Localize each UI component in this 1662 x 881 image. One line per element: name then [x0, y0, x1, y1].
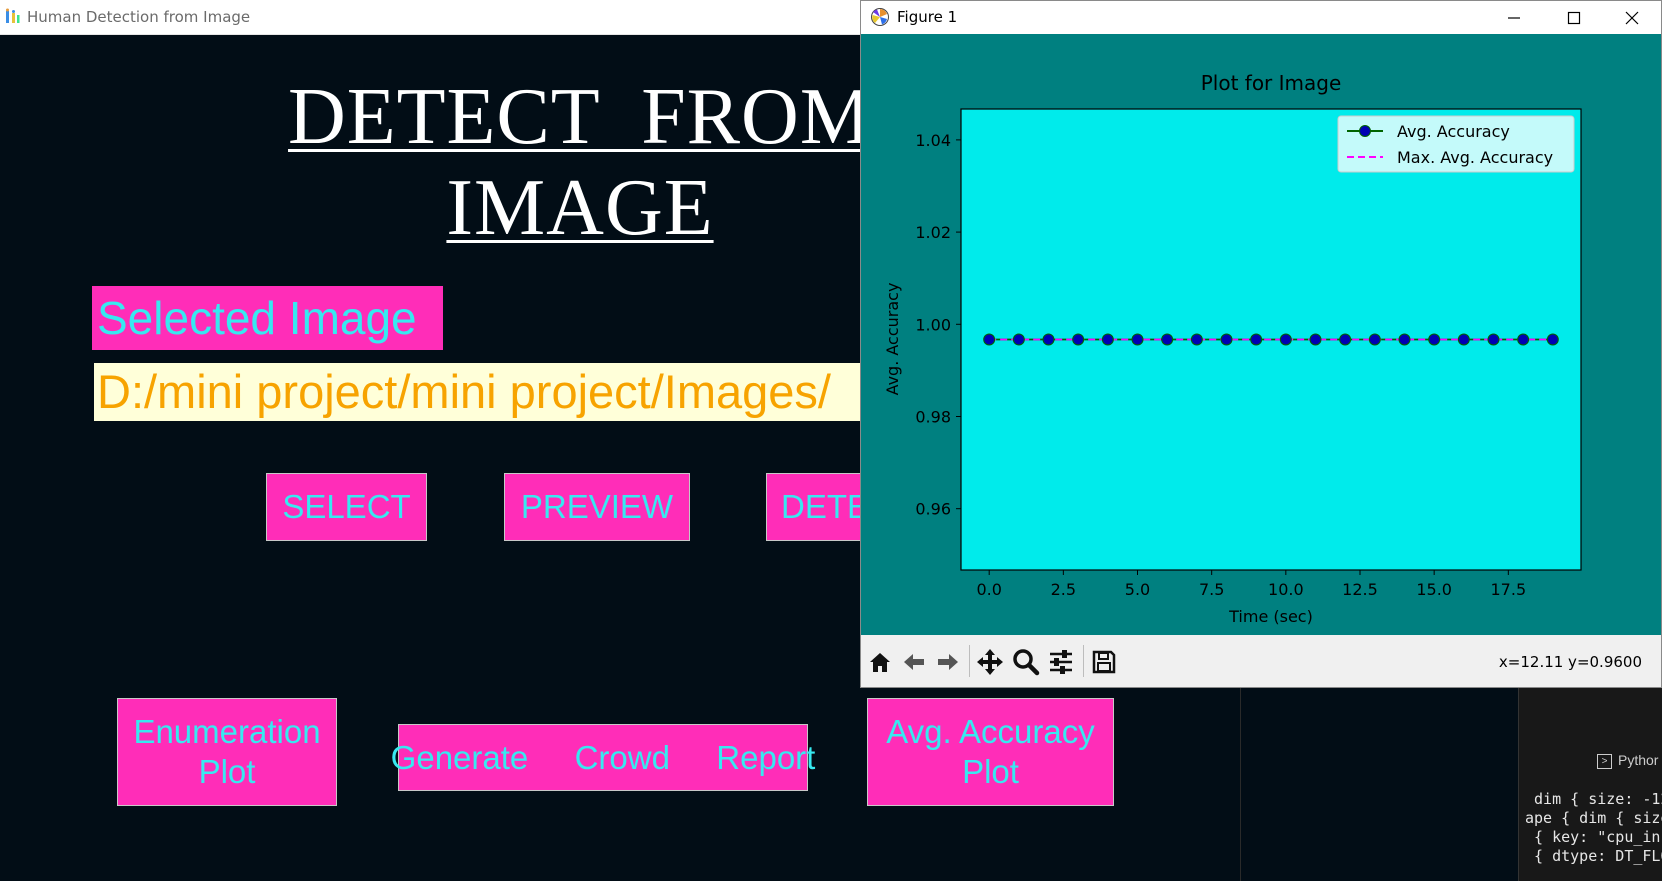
data-point [1368, 333, 1381, 346]
avg-accuracy-plot-button[interactable]: Avg. Accuracy Plot [867, 698, 1114, 806]
terminal-line: { key: "cpu_ins [1525, 828, 1662, 846]
legend-label-avg-accuracy: Avg. Accuracy [1397, 122, 1510, 141]
data-point [1190, 333, 1203, 346]
terminal-line: ape { dim { size [1525, 809, 1662, 827]
x-axis-label: Time (sec) [1228, 607, 1313, 626]
y-tick-label: 0.96 [915, 500, 951, 519]
legend-label-max-avg-accuracy: Max. Avg. Accuracy [1397, 148, 1553, 167]
select-button[interactable]: SELECT [266, 473, 427, 541]
selected-path-field: D:/mini project/mini project/Images/ [94, 363, 994, 421]
preview-button[interactable]: PREVIEW [504, 473, 690, 541]
data-point [1161, 333, 1174, 346]
data-point [1220, 333, 1233, 346]
figure-toolbar: x=12.11 y=0.9600 [861, 635, 1661, 687]
legend-marker-avg-accuracy [1359, 125, 1371, 137]
minimize-button[interactable] [1485, 1, 1543, 34]
terminal-line: { dtype: DT_FLO [1525, 847, 1662, 865]
save-icon [1092, 650, 1116, 674]
coordinate-readout: x=12.11 y=0.9600 [1498, 653, 1642, 671]
data-point [1131, 333, 1144, 346]
data-point [1250, 333, 1263, 346]
configure-subplots-button[interactable] [1046, 647, 1076, 677]
maximize-button[interactable] [1545, 1, 1603, 34]
data-point [1101, 333, 1114, 346]
zoom-icon [1013, 649, 1040, 676]
y-tick-label: 1.02 [915, 223, 951, 242]
generate-crowd-report-button[interactable]: Generate Crowd Report [391, 724, 815, 791]
app-window-title: Human Detection from Image [27, 8, 251, 26]
x-tick-label: 7.5 [1199, 580, 1224, 599]
terminal-output: dim { size: -12 ape { dim { size { key: "… [1525, 790, 1662, 866]
x-tick-label: 0.0 [976, 580, 1001, 599]
x-tick-label: 12.5 [1342, 580, 1378, 599]
data-point [1279, 333, 1292, 346]
x-tick-label: 5.0 [1125, 580, 1150, 599]
data-point [1012, 333, 1025, 346]
data-point [1339, 333, 1352, 346]
app-logo-icon [6, 8, 20, 23]
y-axis-label: Avg. Accuracy [883, 283, 902, 396]
x-tick-label: 17.5 [1491, 580, 1527, 599]
figure-titlebar[interactable]: Figure 1 [861, 1, 1661, 34]
forward-button[interactable] [933, 647, 963, 677]
x-tick-label: 10.0 [1268, 580, 1304, 599]
terminal-tab-label: Pythor [1618, 752, 1659, 768]
x-tick-label: 2.5 [1051, 580, 1076, 599]
save-button[interactable] [1089, 647, 1119, 677]
terminal-tab[interactable]: > Pythor [1597, 752, 1658, 769]
y-tick-label: 1.00 [915, 315, 951, 334]
chart-legend: Avg. Accuracy Max. Avg. Accuracy [1337, 115, 1575, 173]
data-point [1042, 333, 1055, 346]
data-point [1398, 333, 1411, 346]
figure-window: Figure 1 Plot for Image 0.0 2.5 5.0 7.5 10.0… [860, 0, 1662, 688]
toolbar-separator [1083, 645, 1084, 677]
data-point [1309, 333, 1322, 346]
data-point [1428, 333, 1441, 346]
home-button[interactable] [865, 647, 895, 677]
data-point [1072, 333, 1085, 346]
app-titlebar[interactable]: Human Detection from Image [0, 0, 860, 35]
chart-title: Plot for Image [1201, 71, 1342, 95]
matplotlib-logo-icon [871, 8, 889, 26]
figure-window-title: Figure 1 [897, 8, 958, 26]
toolbar-separator [969, 645, 970, 677]
maximize-icon [1567, 11, 1581, 24]
y-tick-label: 1.04 [915, 131, 951, 150]
selected-image-label: Selected Image [92, 286, 443, 350]
home-icon [870, 653, 890, 672]
plot-canvas[interactable]: Plot for Image 0.0 2.5 5.0 7.5 10.0 12.5 15.0 1… [861, 34, 1661, 635]
close-button[interactable] [1603, 1, 1661, 34]
close-icon [1625, 11, 1639, 24]
data-point [983, 333, 996, 346]
pan-icon [977, 649, 1003, 675]
forward-icon [938, 654, 958, 670]
enumeration-plot-button[interactable]: Enumeration Plot [117, 698, 337, 806]
back-icon [904, 654, 924, 670]
terminal-icon: > [1597, 753, 1612, 769]
zoom-button[interactable] [1011, 647, 1041, 677]
data-point [1457, 333, 1470, 346]
configure-icon [1050, 650, 1072, 674]
back-button[interactable] [899, 647, 929, 677]
pan-button[interactable] [975, 647, 1005, 677]
minimize-icon [1508, 16, 1520, 19]
data-point [1517, 333, 1530, 346]
y-tick-label: 0.98 [915, 407, 951, 426]
x-tick-label: 15.0 [1416, 580, 1452, 599]
data-point [1487, 333, 1500, 346]
data-point [1546, 333, 1559, 346]
terminal-line: dim { size: -12 [1525, 790, 1662, 808]
